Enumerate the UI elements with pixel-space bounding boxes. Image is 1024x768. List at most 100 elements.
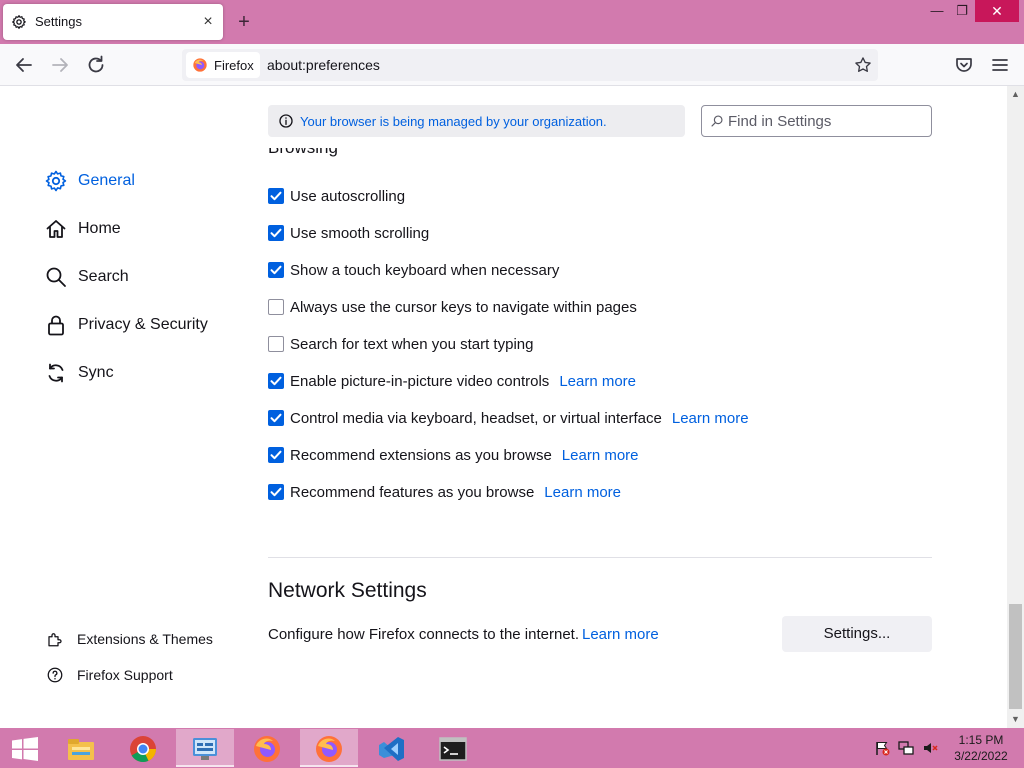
checkbox-label[interactable]: Search for text when you start typing: [290, 336, 533, 353]
checkbox-label[interactable]: Use smooth scrolling: [290, 225, 429, 242]
taskbar-file-explorer[interactable]: [52, 729, 110, 767]
checkbox-unchecked[interactable]: [268, 336, 284, 352]
pocket-button[interactable]: [952, 53, 976, 77]
taskbar-command-prompt[interactable]: [424, 729, 482, 767]
network-settings-button[interactable]: Settings...: [782, 616, 932, 652]
policy-notice[interactable]: Your browser is being managed by your or…: [268, 105, 685, 137]
clock-time: 1:15 PM: [958, 733, 1004, 747]
checkbox-checked[interactable]: [268, 447, 284, 463]
close-window-button[interactable]: ✕: [975, 0, 1019, 22]
forward-button[interactable]: [48, 53, 72, 77]
sidebar-item-label: General: [78, 172, 135, 189]
checkbox-row[interactable]: Recommend features as you browse Learn m…: [268, 481, 621, 503]
identity-box[interactable]: Firefox: [186, 52, 260, 78]
sidebar-item-extensions-themes[interactable]: Extensions & Themes: [46, 628, 213, 650]
new-tab-button[interactable]: +: [233, 11, 255, 33]
checkbox-checked[interactable]: [268, 188, 284, 204]
taskbar-control-panel[interactable]: [176, 729, 234, 767]
identity-label: Firefox: [214, 57, 254, 73]
checkbox-label[interactable]: Enable picture-in-picture video controls: [290, 373, 549, 390]
sidebar-item-search[interactable]: Search: [44, 262, 129, 292]
gear-icon: [12, 15, 26, 29]
taskbar-chrome[interactable]: [114, 729, 172, 767]
reload-button[interactable]: [84, 53, 108, 77]
forward-arrow-icon: [52, 58, 68, 72]
vertical-scrollbar[interactable]: ▲ ▼: [1007, 86, 1024, 728]
find-in-settings[interactable]: [701, 105, 932, 137]
checkbox-checked[interactable]: [268, 225, 284, 241]
checkbox-label[interactable]: Recommend features as you browse: [290, 484, 534, 501]
sidebar-item-label: Home: [78, 220, 121, 237]
system-clock[interactable]: 1:15 PM 3/22/2022: [948, 732, 1014, 764]
action-center-flag-icon[interactable]: [874, 740, 890, 756]
volume-muted-icon[interactable]: [922, 740, 938, 756]
checkbox-label[interactable]: Show a touch keyboard when necessary: [290, 262, 559, 279]
checkbox-checked[interactable]: [268, 373, 284, 389]
search-input[interactable]: [728, 110, 923, 132]
checkbox-row[interactable]: Control media via keyboard, headset, or …: [268, 407, 749, 429]
checkbox-label[interactable]: Control media via keyboard, headset, or …: [290, 410, 662, 427]
home-icon: [46, 220, 66, 238]
settings-page: General Home Search Privacy & Security S…: [0, 86, 1024, 728]
tab-close-button[interactable]: ×: [199, 13, 217, 31]
sidebar-item-privacy-security[interactable]: Privacy & Security: [44, 310, 208, 340]
policy-notice-link[interactable]: Your browser is being managed by your or…: [300, 114, 607, 129]
checkbox-row[interactable]: Recommend extensions as you browse Learn…: [268, 444, 639, 466]
learn-more-link[interactable]: Learn more: [562, 447, 639, 464]
checkbox-row[interactable]: Search for text when you start typing: [268, 333, 533, 355]
checkbox-checked[interactable]: [268, 262, 284, 278]
taskbar-visual-studio[interactable]: [362, 729, 420, 767]
checkbox-row[interactable]: Enable picture-in-picture video controls…: [268, 370, 636, 392]
file-explorer-icon: [68, 739, 94, 760]
sidebar-item-firefox-support[interactable]: Firefox Support: [46, 664, 173, 686]
sidebar-item-sync[interactable]: Sync: [44, 358, 114, 388]
sidebar-footer-label: Firefox Support: [77, 667, 173, 683]
tab-settings[interactable]: Settings ×: [3, 4, 223, 40]
checkbox-row[interactable]: Always use the cursor keys to navigate w…: [268, 296, 637, 318]
scroll-down-arrow-icon[interactable]: ▼: [1007, 711, 1024, 728]
checkbox-label[interactable]: Use autoscrolling: [290, 188, 405, 205]
checkmark-icon: [270, 487, 282, 497]
section-divider: [268, 557, 932, 558]
menu-button[interactable]: [988, 53, 1012, 77]
url-text[interactable]: about:preferences: [267, 57, 380, 73]
visual-studio-icon: [379, 737, 404, 761]
firefox-icon: [316, 736, 342, 762]
checkbox-checked[interactable]: [268, 484, 284, 500]
sync-icon: [48, 363, 64, 383]
hamburger-menu-icon: [992, 59, 1008, 71]
tab-strip: Settings × + — ❐ ✕: [0, 0, 1024, 44]
tab-title: Settings: [35, 14, 82, 29]
taskbar-firefox-active[interactable]: [300, 729, 358, 767]
sidebar-item-general[interactable]: General: [44, 166, 135, 196]
learn-more-link[interactable]: Learn more: [559, 373, 636, 390]
checkbox-label[interactable]: Always use the cursor keys to navigate w…: [290, 299, 637, 316]
checkbox-unchecked[interactable]: [268, 299, 284, 315]
checkbox-row[interactable]: Show a touch keyboard when necessary: [268, 259, 559, 281]
checkbox-checked[interactable]: [268, 410, 284, 426]
scroll-up-arrow-icon[interactable]: ▲: [1007, 86, 1024, 103]
restore-button[interactable]: ❐: [947, 0, 977, 22]
sidebar-item-label: Sync: [78, 364, 114, 381]
sidebar-item-home[interactable]: Home: [44, 214, 121, 244]
address-bar[interactable]: Firefox about:preferences: [182, 49, 878, 81]
checkmark-icon: [270, 228, 282, 238]
bookmark-star-icon[interactable]: [853, 55, 873, 75]
checkmark-icon: [270, 376, 282, 386]
lock-icon: [48, 315, 64, 336]
info-icon: [279, 114, 293, 128]
network-icon[interactable]: [898, 740, 914, 756]
checkbox-label[interactable]: Recommend extensions as you browse: [290, 447, 552, 464]
back-button[interactable]: [12, 53, 36, 77]
clock-date: 3/22/2022: [954, 749, 1008, 763]
taskbar-firefox[interactable]: [238, 729, 296, 767]
chrome-icon: [130, 736, 157, 763]
checkbox-row[interactable]: Use autoscrolling: [268, 185, 405, 207]
scroll-thumb[interactable]: [1009, 604, 1022, 709]
checkbox-row[interactable]: Use smooth scrolling: [268, 222, 429, 244]
learn-more-link[interactable]: Learn more: [672, 410, 749, 427]
windows-start-icon[interactable]: [11, 737, 39, 761]
network-learn-more-link[interactable]: Learn more: [582, 626, 659, 643]
learn-more-link[interactable]: Learn more: [544, 484, 621, 501]
reload-icon: [88, 55, 104, 73]
